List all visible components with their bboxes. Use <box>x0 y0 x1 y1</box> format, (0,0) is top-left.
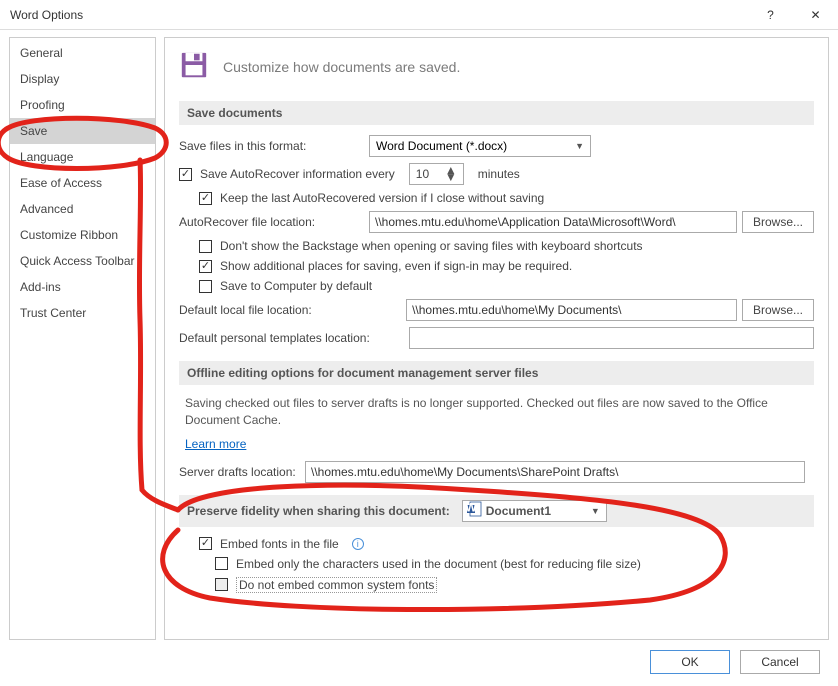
autorecover-minutes-select[interactable]: 10 ▲▼ <box>409 163 464 185</box>
default-local-input[interactable]: \\homes.mtu.edu\home\My Documents\ <box>406 299 737 321</box>
sidebar-item-general[interactable]: General <box>10 40 155 66</box>
default-templates-label: Default personal templates location: <box>179 331 409 345</box>
titlebar: Word Options ? ✕ <box>0 0 838 30</box>
help-button[interactable]: ? <box>748 0 793 30</box>
browse-button[interactable]: Browse... <box>742 211 814 233</box>
ok-button[interactable]: OK <box>650 650 730 674</box>
page-subtitle: Customize how documents are saved. <box>223 59 460 75</box>
browse-button[interactable]: Browse... <box>742 299 814 321</box>
sidebar-item-ease-of-access[interactable]: Ease of Access <box>10 170 155 196</box>
no-common-fonts-label: Do not embed common system fonts <box>236 577 437 593</box>
save-format-select[interactable]: Word Document (*.docx)▼ <box>369 135 591 157</box>
autorecover-location-label: AutoRecover file location: <box>179 215 369 229</box>
chevron-down-icon: ▼ <box>575 141 584 151</box>
save-to-computer-checkbox[interactable] <box>199 280 212 293</box>
no-common-fonts-checkbox[interactable] <box>215 578 228 591</box>
window-title: Word Options <box>10 8 748 22</box>
learn-more-link[interactable]: Learn more <box>185 437 246 451</box>
section-save-documents: Save documents <box>179 101 814 125</box>
close-button[interactable]: ✕ <box>793 0 838 30</box>
sidebar-item-quick-access-toolbar[interactable]: Quick Access Toolbar <box>10 248 155 274</box>
sidebar-item-save[interactable]: Save <box>10 118 155 144</box>
svg-text:W: W <box>466 501 477 515</box>
embed-fonts-checkbox[interactable] <box>199 537 212 550</box>
save-icon <box>179 50 209 83</box>
sidebar-item-add-ins[interactable]: Add-ins <box>10 274 155 300</box>
default-local-label: Default local file location: <box>179 303 406 317</box>
offline-description: Saving checked out files to server draft… <box>185 395 808 429</box>
server-drafts-input[interactable]: \\homes.mtu.edu\home\My Documents\ShareP… <box>305 461 805 483</box>
sidebar-item-proofing[interactable]: Proofing <box>10 92 155 118</box>
format-label: Save files in this format: <box>179 139 369 153</box>
chevron-down-icon: ▼ <box>591 506 600 516</box>
sidebar: General Display Proofing Save Language E… <box>9 37 156 640</box>
save-to-computer-label: Save to Computer by default <box>220 279 372 293</box>
info-icon[interactable]: i <box>352 538 364 550</box>
show-additional-checkbox[interactable] <box>199 260 212 273</box>
keep-last-checkbox[interactable] <box>199 192 212 205</box>
section-preserve-fidelity: Preserve fidelity when sharing this docu… <box>179 495 814 527</box>
dont-show-backstage-checkbox[interactable] <box>199 240 212 253</box>
default-templates-input[interactable] <box>409 327 814 349</box>
word-doc-icon: W <box>466 501 482 520</box>
autorecover-location-input[interactable]: \\homes.mtu.edu\home\Application Data\Mi… <box>369 211 737 233</box>
embed-chars-label: Embed only the characters used in the do… <box>236 557 641 571</box>
sidebar-item-trust-center[interactable]: Trust Center <box>10 300 155 326</box>
section-offline-editing: Offline editing options for document man… <box>179 361 814 385</box>
autorecover-checkbox[interactable] <box>179 168 192 181</box>
sidebar-item-display[interactable]: Display <box>10 66 155 92</box>
show-additional-label: Show additional places for saving, even … <box>220 259 572 273</box>
sidebar-item-language[interactable]: Language <box>10 144 155 170</box>
cancel-button[interactable]: Cancel <box>740 650 820 674</box>
autorecover-label: Save AutoRecover information every <box>200 167 395 181</box>
sidebar-item-advanced[interactable]: Advanced <box>10 196 155 222</box>
dont-show-backstage-label: Don't show the Backstage when opening or… <box>220 239 643 253</box>
embed-fonts-label: Embed fonts in the file <box>220 537 339 551</box>
keep-last-label: Keep the last AutoRecovered version if I… <box>220 191 544 205</box>
dialog-footer: OK Cancel <box>0 640 838 683</box>
main-panel: Customize how documents are saved. Save … <box>164 37 829 640</box>
embed-chars-checkbox[interactable] <box>215 557 228 570</box>
sidebar-item-customize-ribbon[interactable]: Customize Ribbon <box>10 222 155 248</box>
minutes-label: minutes <box>478 167 520 181</box>
fidelity-document-select[interactable]: W Document1 ▼ <box>462 500 607 522</box>
server-drafts-label: Server drafts location: <box>179 465 305 479</box>
